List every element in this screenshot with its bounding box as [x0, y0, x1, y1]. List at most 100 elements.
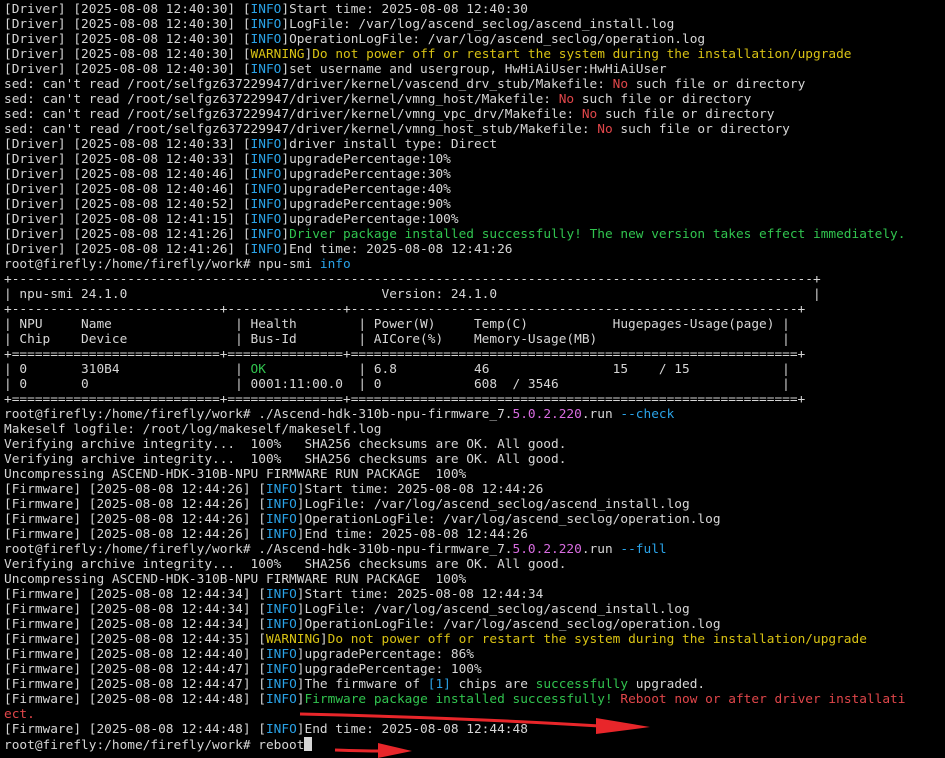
terminal-text: INFO [265, 527, 297, 542]
terminal-text: INFO [265, 482, 297, 497]
terminal-line: [Firmware] [2025-08-08 12:44:35] [WARNIN… [4, 632, 945, 647]
terminal-line: [Firmware] [2025-08-08 12:44:47] [INFO]T… [4, 677, 945, 692]
terminal-line: +===========================+===========… [4, 347, 945, 362]
terminal-line: sed: can't read /root/selfgz637229947/dr… [4, 92, 945, 107]
terminal-text: INFO [250, 197, 282, 212]
terminal-text: INFO [265, 617, 297, 632]
terminal-text: INFO [250, 242, 282, 257]
terminal-text: INFO [265, 587, 297, 602]
terminal-text: ]set username and usergroup, HwHiAiUser:… [281, 62, 667, 77]
terminal-text: +---------------------------+-----------… [4, 302, 806, 317]
terminal-text: [Driver] [2025-08-08 12:40:30] [ [4, 32, 251, 47]
terminal-text: [Firmware] [2025-08-08 12:44:34] [ [4, 602, 266, 617]
terminal-text: INFO [265, 647, 297, 662]
terminal-text: ]upgradePercentage: 86% [296, 647, 474, 662]
terminal-text: ]End time: 2025-08-08 12:44:26 [296, 527, 528, 542]
terminal-text: INFO [250, 167, 282, 182]
terminal-line: [Firmware] [2025-08-08 12:44:40] [INFO]u… [4, 647, 945, 662]
terminal-text: [Driver] [2025-08-08 12:41:15] [ [4, 212, 251, 227]
terminal-line: +---------------------------------------… [4, 272, 945, 287]
terminal-line: root@firefly:/home/firefly/work# reboot [4, 737, 945, 752]
terminal-line: | npu-smi 24.1.0 Version: 24.1.0 | [4, 287, 945, 302]
terminal-text: INFO [250, 182, 282, 197]
terminal-text: Makeself logfile: /root/log/makeself/mak… [4, 422, 382, 437]
terminal-text: ]upgradePercentage: 100% [296, 662, 482, 677]
terminal-text: [Firmware] [2025-08-08 12:44:48] [ [4, 692, 266, 707]
terminal-text: such file or directory [597, 107, 775, 122]
terminal-text: ]upgradePercentage:90% [281, 197, 451, 212]
terminal-line: [Driver] [2025-08-08 12:40:46] [INFO]upg… [4, 182, 945, 197]
terminal-text: OK [250, 362, 266, 377]
terminal-text: info [319, 257, 351, 272]
terminal-line: [Firmware] [2025-08-08 12:44:48] [INFO]E… [4, 722, 945, 737]
terminal-text: No [581, 107, 598, 122]
terminal-text: [Driver] [2025-08-08 12:40:30] [ [4, 2, 251, 17]
terminal-line: | 0 0 | 0001:11:00.0 | 0 608 / 3546 | [4, 377, 945, 392]
terminal-line: | 0 310B4 | OK | 6.8 46 15 / 15 | [4, 362, 945, 377]
terminal-line: [Driver] [2025-08-08 12:41:15] [INFO]upg… [4, 212, 945, 227]
terminal-text: sed: can't read /root/selfgz637229947/dr… [4, 77, 613, 92]
terminal-line: root@firefly:/home/firefly/work# ./Ascen… [4, 542, 945, 557]
terminal-text: ]upgradePercentage:30% [281, 167, 451, 182]
terminal-text: | Chip Device | Bus-Id | AICore(%) Memor… [4, 332, 790, 347]
terminal-text: INFO [250, 227, 282, 242]
terminal-text: | 0 310B4 | [4, 362, 251, 377]
terminal-line: Verifying archive integrity... 100% SHA2… [4, 437, 945, 452]
terminal-text: [Driver] [2025-08-08 12:40:30] [ [4, 62, 251, 77]
terminal-text: ]End time: 2025-08-08 12:44:48 [296, 722, 528, 737]
terminal-text: INFO [265, 692, 297, 707]
terminal-text: root@firefly:/home/firefly/work# ./Ascen… [4, 407, 513, 422]
terminal-text: ]LogFile: /var/log/ascend_seclog/ascend_… [281, 17, 675, 32]
terminal-text: ]End time: 2025-08-08 12:41:26 [281, 242, 513, 257]
terminal-cursor [304, 737, 313, 751]
terminal-line: [Driver] [2025-08-08 12:40:46] [INFO]upg… [4, 167, 945, 182]
terminal-line: [Driver] [2025-08-08 12:40:52] [INFO]upg… [4, 197, 945, 212]
terminal-line: [Driver] [2025-08-08 12:40:33] [INFO]upg… [4, 152, 945, 167]
terminal-text: INFO [265, 512, 297, 527]
terminal-text: root@firefly:/home/firefly/work# npu-smi [4, 257, 320, 272]
terminal-text: ]OperationLogFile: /var/log/ascend_seclo… [281, 32, 706, 47]
terminal-text: [Firmware] [2025-08-08 12:44:48] [ [4, 722, 266, 737]
terminal-text: ect. [4, 707, 35, 722]
terminal-text: sed: can't read /root/selfgz637229947/dr… [4, 122, 598, 137]
terminal-text: [Driver] [2025-08-08 12:40:52] [ [4, 197, 251, 212]
terminal-text: No [597, 122, 613, 137]
terminal-line: Verifying archive integrity... 100% SHA2… [4, 557, 945, 572]
terminal-text: ]driver install type: Direct [281, 137, 498, 152]
terminal-text: root@firefly:/home/firefly/work# ./Ascen… [4, 542, 513, 557]
terminal-text: Do not power off or restart the system d… [327, 632, 867, 647]
terminal-text: Do not power off or restart the system d… [312, 47, 852, 62]
terminal-line: Uncompressing ASCEND-HDK-310B-NPU FIRMWA… [4, 572, 945, 587]
terminal-line: [Driver] [2025-08-08 12:40:30] [INFO]Ope… [4, 32, 945, 47]
terminal-text: ]upgradePercentage:40% [281, 182, 451, 197]
terminal-text: [Driver] [2025-08-08 12:41:26] [ [4, 242, 251, 257]
terminal-line: root@firefly:/home/firefly/work# ./Ascen… [4, 407, 945, 422]
terminal-text: Firmware package installed successfully! [304, 692, 621, 707]
terminal-text: ]Start time: 2025-08-08 12:40:30 [281, 2, 528, 17]
terminal-text: INFO [265, 602, 297, 617]
terminal-text: Driver package installed successfully! T… [289, 227, 906, 242]
terminal-text: No [612, 77, 629, 92]
terminal-text: sed: can't read /root/selfgz637229947/dr… [4, 107, 582, 122]
terminal-text: | NPU Name | Health | Power(W) Temp(C) H… [4, 317, 790, 332]
terminal-text: +===========================+===========… [4, 392, 806, 407]
terminal-output[interactable]: [Driver] [2025-08-08 12:40:30] [INFO]Sta… [4, 2, 945, 758]
terminal-text: ]upgradePercentage:10% [281, 152, 451, 167]
terminal-text: upgraded. [628, 677, 706, 692]
terminal-line: [Firmware] [2025-08-08 12:44:26] [INFO]E… [4, 527, 945, 542]
terminal-line: [Driver] [2025-08-08 12:40:30] [INFO]set… [4, 62, 945, 77]
terminal-line: sed: can't read /root/selfgz637229947/dr… [4, 122, 945, 137]
terminal-line: [Driver] [2025-08-08 12:41:26] [INFO]End… [4, 242, 945, 257]
terminal-text: [Driver] [2025-08-08 12:41:26] [ [4, 227, 251, 242]
terminal-line: [Firmware] [2025-08-08 12:44:34] [INFO]S… [4, 587, 945, 602]
terminal-text: Verifying archive integrity... 100% SHA2… [4, 557, 567, 572]
terminal-text: such file or directory [612, 122, 790, 137]
terminal-text: [Firmware] [2025-08-08 12:44:47] [ [4, 662, 266, 677]
terminal-text: [Firmware] [2025-08-08 12:44:26] [ [4, 497, 266, 512]
terminal-text: ] [281, 227, 290, 242]
terminal-text: [Driver] [2025-08-08 12:40:30] [ [4, 47, 251, 62]
terminal-text: INFO [250, 2, 282, 17]
terminal-text: INFO [250, 137, 282, 152]
terminal-text: INFO [250, 152, 282, 167]
terminal-text: WARNING [250, 47, 305, 62]
